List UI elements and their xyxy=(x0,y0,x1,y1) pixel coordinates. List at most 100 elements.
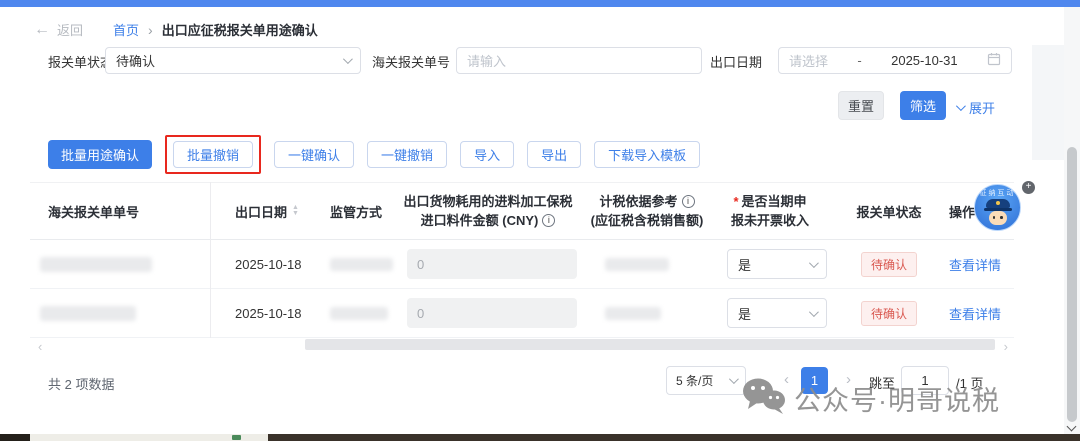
status-badge: 待确认 xyxy=(861,301,917,326)
uninvoiced-income-cell: 是 xyxy=(711,249,829,279)
info-icon[interactable]: i xyxy=(682,195,695,208)
batch-purpose-confirm-button[interactable]: 批量用途确认 xyxy=(48,140,152,169)
header-line: 是否当期申 xyxy=(742,192,807,212)
view-details-link[interactable]: 查看详情 xyxy=(949,255,1001,274)
red-highlight-annotation: 批量撤销 xyxy=(165,135,261,174)
export-date-cell: 2025-10-18 xyxy=(210,257,305,272)
status-filter-value: 待确认 xyxy=(116,51,155,70)
breadcrumb: ← 返回 首页 › 出口应征税报关单用途确认 xyxy=(34,20,318,39)
table-row: 2025-10-18 是 待确认 查看详情 xyxy=(30,289,1014,338)
declare-flag-select[interactable]: 是 xyxy=(727,249,827,279)
bonded-amount-cell xyxy=(393,298,583,328)
bonded-amount-cell xyxy=(393,249,583,279)
import-button[interactable]: 导入 xyxy=(460,141,514,168)
col-header-uninvoiced-income: * 是否当期申 报未开票收入 xyxy=(711,192,829,231)
back-arrow-icon[interactable]: ← xyxy=(34,21,50,39)
wechat-icon xyxy=(742,377,786,420)
date-range-separator: - xyxy=(857,53,861,68)
declare-flag-value: 是 xyxy=(738,255,751,274)
export-date-cell: 2025-10-18 xyxy=(210,306,305,321)
horizontal-scrollbar-thumb[interactable] xyxy=(305,339,995,350)
page-background-band xyxy=(1032,45,1064,160)
expand-label: 展开 xyxy=(969,98,995,117)
status-filter-label: 报关单状态 xyxy=(48,52,113,71)
supervision-mode-cell-redacted xyxy=(305,307,393,320)
reset-button[interactable]: 重置 xyxy=(838,91,884,120)
scroll-left-arrow-icon[interactable]: ‹ xyxy=(38,339,42,354)
chevron-down-icon xyxy=(343,54,353,64)
customs-no-input[interactable]: 请输入 xyxy=(456,47,702,74)
header-line: 报未开票收入 xyxy=(731,211,809,231)
watermark-text: 公众号·明哥说税 xyxy=(794,379,1000,418)
col-header-bonded-amount: 出口货物耗用的进料加工保税 进口料件金额 (CNY) i xyxy=(393,192,583,231)
scroll-right-arrow-icon[interactable]: › xyxy=(1004,339,1008,354)
fixed-column-divider xyxy=(210,182,211,338)
view-details-link[interactable]: 查看详情 xyxy=(949,304,1001,323)
col-header-supervision-mode: 监管方式 xyxy=(305,202,393,221)
watermark: 公众号·明哥说税 xyxy=(742,377,1000,420)
customs-no-cell-redacted xyxy=(30,257,210,272)
page-size-value: 5 条/页 xyxy=(676,372,713,389)
vertical-scrollbar[interactable] xyxy=(1064,7,1080,434)
bonded-amount-input xyxy=(407,249,577,279)
breadcrumb-separator-icon: › xyxy=(148,22,153,38)
actions-cell: 查看详情 xyxy=(949,255,1014,274)
batch-cancel-button[interactable]: 批量撤销 xyxy=(173,141,253,168)
tax-basis-cell-redacted xyxy=(583,307,711,320)
col-header-export-date[interactable]: 出口日期 ▲▼ xyxy=(210,202,305,221)
export-button[interactable]: 导出 xyxy=(527,141,581,168)
chevron-down-icon xyxy=(809,307,819,317)
required-asterisk: * xyxy=(733,192,738,212)
info-icon[interactable]: i xyxy=(542,214,555,227)
header-line: (应征税含税销售额) xyxy=(591,211,704,231)
calendar-icon xyxy=(987,52,1001,69)
table-row: 2025-10-18 是 待确认 查看详情 xyxy=(30,240,1014,289)
status-filter-select[interactable]: 待确认 xyxy=(105,47,361,74)
window-top-accent-bar xyxy=(0,0,1080,7)
bonded-amount-input xyxy=(407,298,577,328)
header-line: 计税依据参考 xyxy=(599,192,677,212)
horizontal-scrollbar[interactable]: ‹ › xyxy=(30,338,1014,352)
export-date-range-picker[interactable]: 请选择 - 2025-10-31 xyxy=(778,47,1012,74)
customs-no-cell-redacted xyxy=(30,306,210,321)
filter-button[interactable]: 筛选 xyxy=(900,91,946,120)
chevron-down-icon xyxy=(956,101,966,111)
col-header-tax-basis: 计税依据参考 i (应征税含税销售额) xyxy=(583,192,711,231)
scroll-down-arrow-icon[interactable] xyxy=(1067,422,1077,432)
assistant-expand-icon[interactable]: + xyxy=(1022,181,1035,194)
status-badge: 待确认 xyxy=(861,252,917,277)
page-size-select[interactable]: 5 条/页 xyxy=(666,366,746,395)
table-toolbar: 批量用途确认 批量撤销 一键确认 一键撤销 导入 导出 下载导入模板 xyxy=(48,134,700,174)
header-line: 出口货物耗用的进料加工保税 xyxy=(403,192,572,212)
tax-basis-cell-redacted xyxy=(583,258,711,271)
one-click-confirm-button[interactable]: 一键确认 xyxy=(274,141,354,168)
vertical-scrollbar-thumb[interactable] xyxy=(1067,147,1077,422)
officer-face-icon xyxy=(989,211,1007,225)
taskbar-icon xyxy=(232,435,241,440)
download-template-button[interactable]: 下载导入模板 xyxy=(594,141,700,168)
col-header-export-date-label: 出口日期 xyxy=(235,202,287,221)
total-count-label: 共 2 项数据 xyxy=(48,374,114,393)
actions-cell: 查看详情 xyxy=(949,304,1014,323)
export-date-filter-label: 出口日期 xyxy=(710,52,762,71)
supervision-mode-cell-redacted xyxy=(305,258,393,271)
sort-icon[interactable]: ▲▼ xyxy=(292,205,299,217)
date-start-placeholder: 请选择 xyxy=(789,51,828,70)
expand-toggle[interactable]: 展开 xyxy=(956,98,995,117)
back-link[interactable]: 返回 xyxy=(57,20,83,39)
customs-no-filter-label: 海关报关单号 xyxy=(372,52,450,71)
col-header-declaration-status: 报关单状态 xyxy=(829,202,949,221)
status-cell: 待确认 xyxy=(829,301,949,326)
status-cell: 待确认 xyxy=(829,252,949,277)
declarations-table: 海关报关单单号 出口日期 ▲▼ 监管方式 出口货物耗用的进料加工保税 进口料件金… xyxy=(30,182,1014,338)
taskbar-segment xyxy=(0,434,30,441)
customs-no-placeholder: 请输入 xyxy=(467,51,506,70)
declare-flag-select[interactable]: 是 xyxy=(727,298,827,328)
breadcrumb-home-link[interactable]: 首页 xyxy=(113,20,139,39)
page-title: 出口应征税报关单用途确认 xyxy=(162,20,318,39)
one-click-cancel-button[interactable]: 一键撤销 xyxy=(367,141,447,168)
chevron-down-icon xyxy=(809,258,819,268)
chevron-down-icon xyxy=(729,374,739,384)
table-header-row: 海关报关单单号 出口日期 ▲▼ 监管方式 出口货物耗用的进料加工保税 进口料件金… xyxy=(30,182,1014,240)
assistant-avatar[interactable]: 征纳互动 xyxy=(974,184,1021,231)
